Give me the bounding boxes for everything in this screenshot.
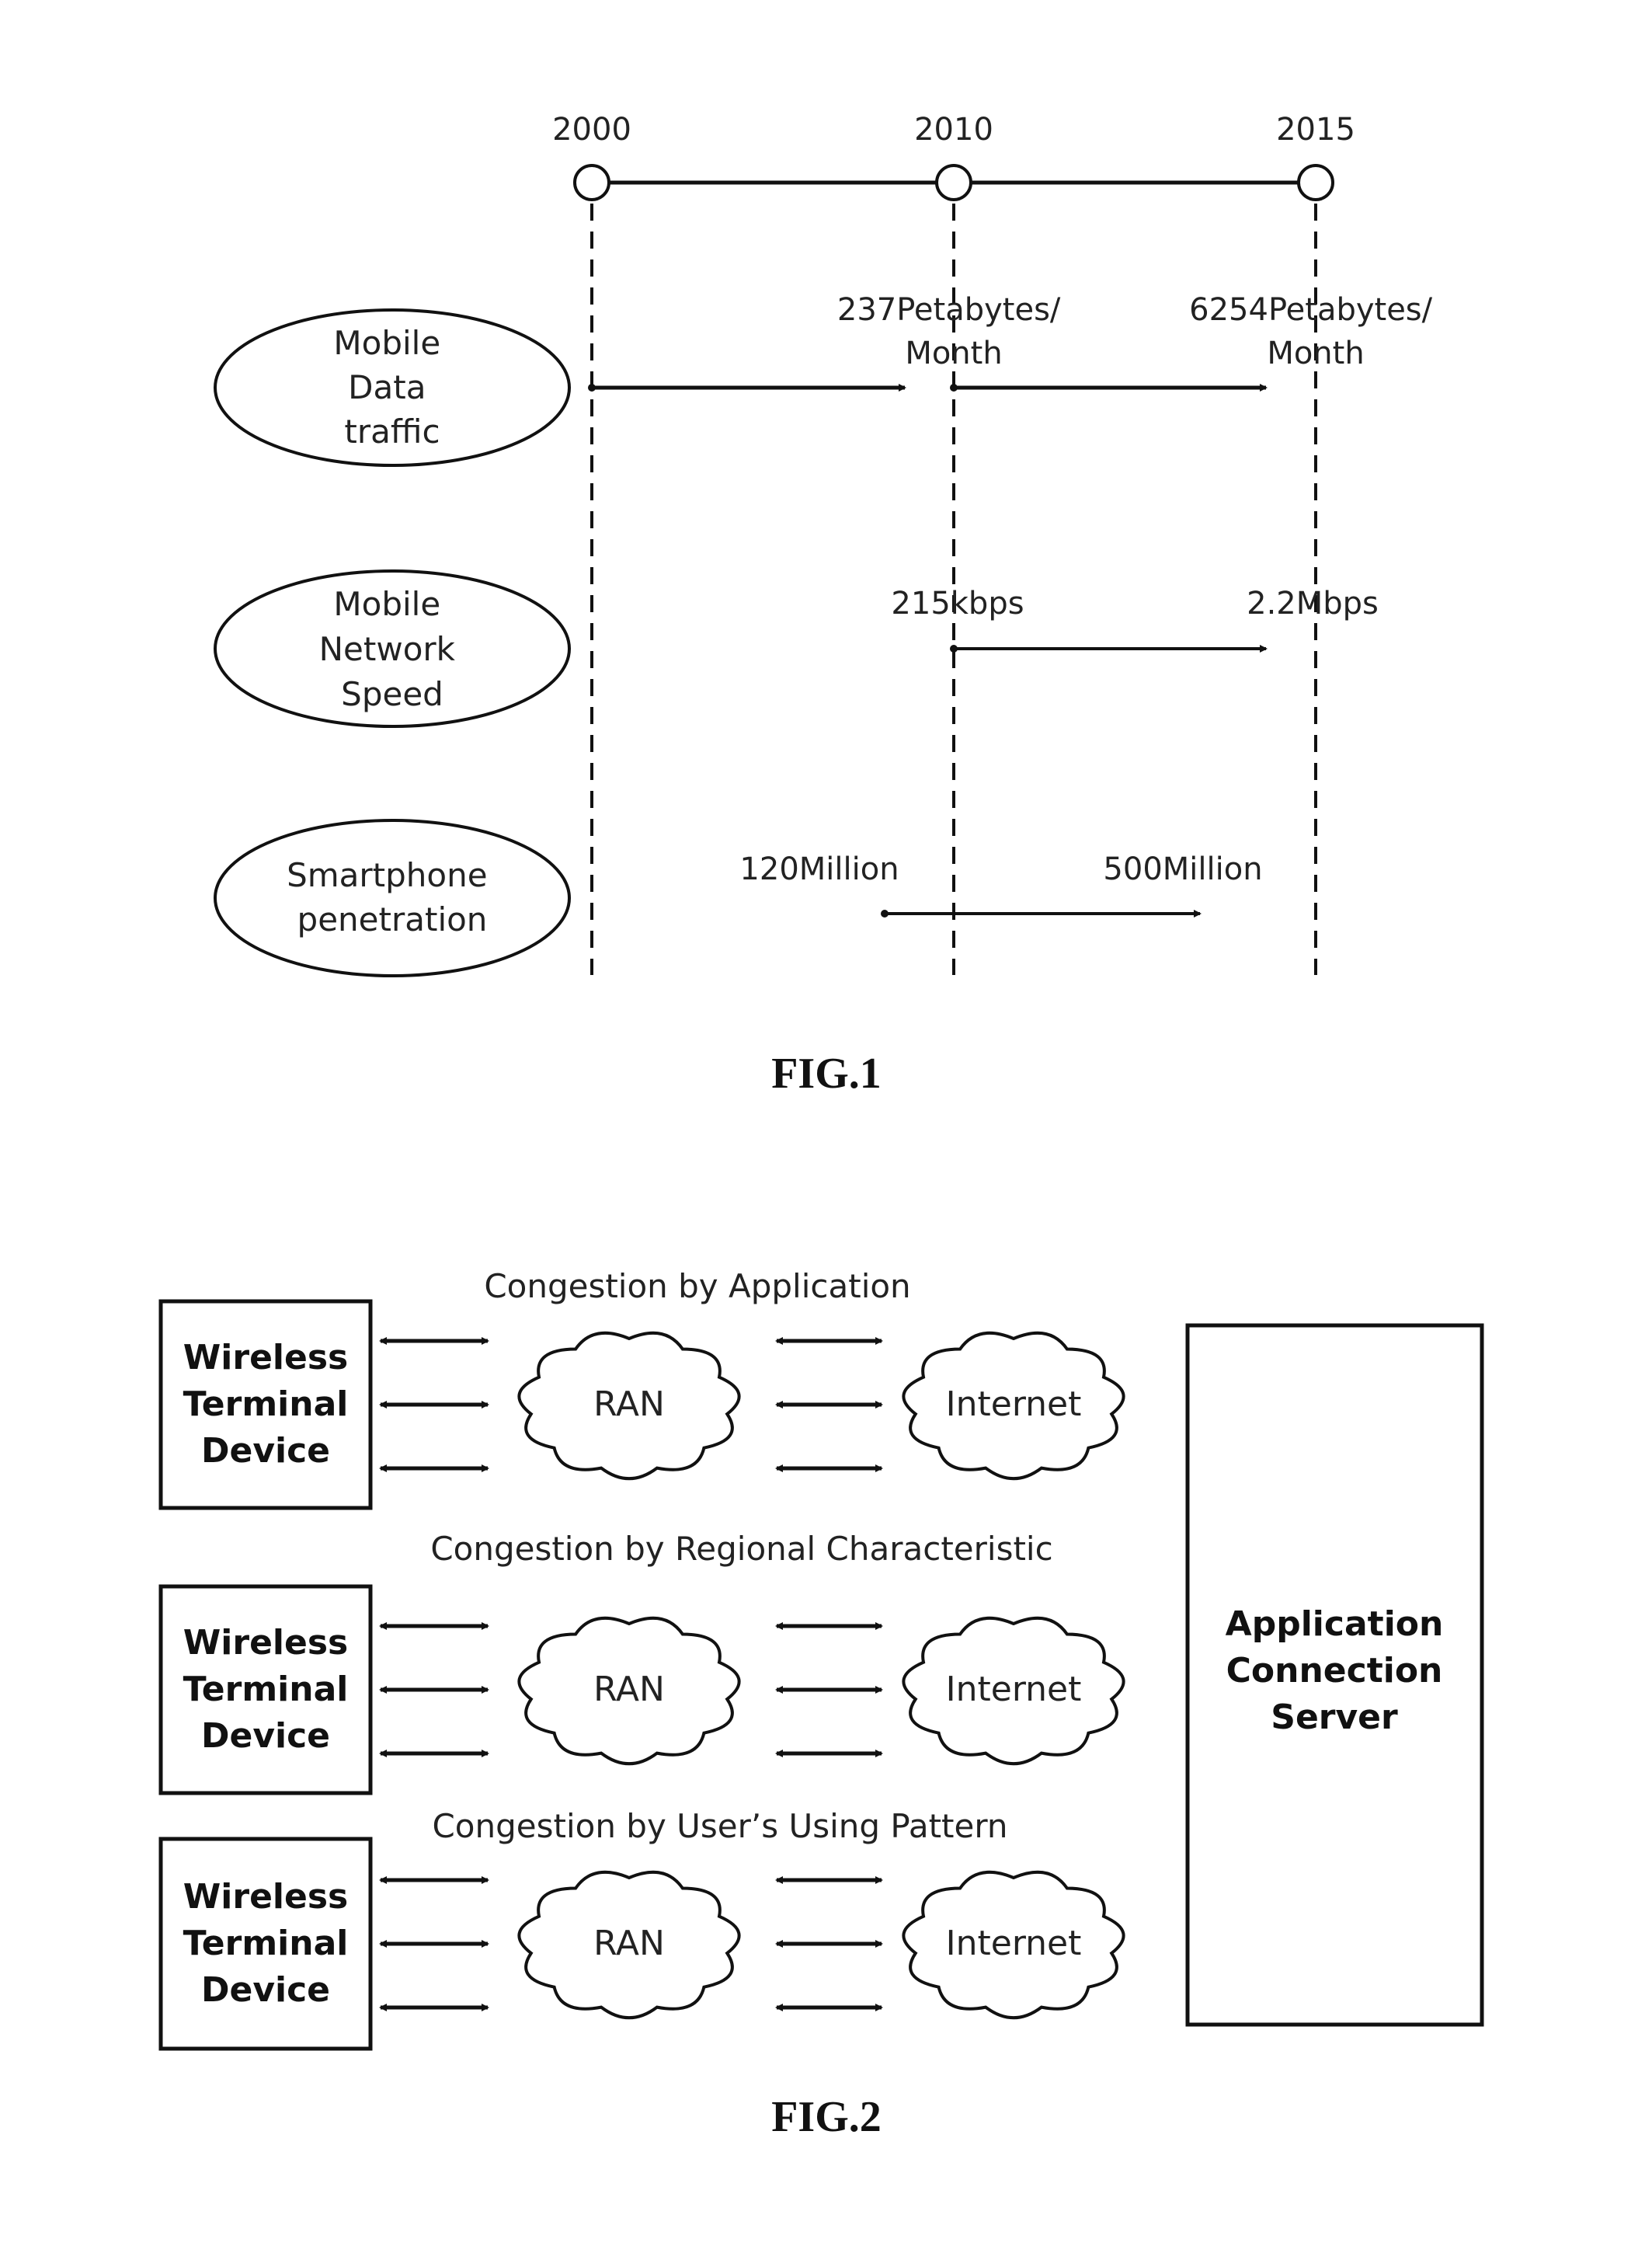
wireless-terminal-device-label: Wireless Terminal Device (183, 1623, 349, 1756)
timeline: 2000 2010 2015 (552, 112, 1355, 201)
congestion-group: Congestion by User’s Using Pattern Wirele… (158, 1807, 1125, 2051)
ran-label: RAN (593, 1924, 665, 1963)
fig1: 2000 2010 2015 Mobile Data traffic 237Pe… (214, 112, 1433, 1098)
internet-label: Internet (946, 1670, 1082, 1709)
ran-label: RAN (593, 1670, 665, 1709)
value-2015: 2.2Mbps (1247, 586, 1379, 622)
ran-label: RAN (593, 1384, 665, 1424)
patent-figures: 2000 2010 2015 Mobile Data traffic 237Pe… (158, 112, 1484, 2141)
congestion-title: Congestion by User’s Using Pattern (432, 1807, 1007, 1845)
row-mobile-data-traffic: Mobile Data traffic 237Petabytes/ Month … (214, 292, 1433, 467)
timeline-node-2000 (573, 164, 610, 201)
row-mobile-network-speed: Mobile Network Speed 215kbps 2.2Mbps (214, 569, 1379, 728)
value-2010: 120Million (739, 851, 899, 887)
year-label-2015: 2015 (1276, 112, 1355, 148)
fig2: Congestion by Application Wireless Termina… (158, 1267, 1484, 2141)
value-2010: 215kbps (891, 586, 1024, 622)
year-label-2000: 2000 (552, 112, 631, 148)
congestion-group: Congestion by Application Wireless Termina… (158, 1267, 1125, 1510)
year-label-2010: 2010 (914, 112, 993, 148)
wireless-terminal-device-label: Wireless Terminal Device (183, 1338, 349, 1471)
fig1-caption: FIG.1 (771, 1050, 882, 1098)
congestion-title: Congestion by Application (484, 1267, 910, 1305)
wireless-terminal-device-label: Wireless Terminal Device (183, 1877, 349, 2010)
row-smartphone-penetration: Smartphone penetration 120Million 500Mil… (214, 819, 1263, 977)
congestion-group: Congestion by Regional Characteristic Wir… (158, 1530, 1125, 1795)
internet-label: Internet (946, 1924, 1082, 1963)
internet-label: Internet (946, 1384, 1082, 1424)
congestion-title: Congestion by Regional Characteristic (430, 1530, 1052, 1568)
timeline-node-2010 (935, 164, 972, 201)
timeline-node-2015 (1297, 164, 1334, 201)
category-ellipse (214, 819, 571, 977)
value-2015: 500Million (1103, 851, 1262, 887)
fig2-caption: FIG.2 (771, 2093, 882, 2141)
category-label: Mobile Data traffic (333, 324, 450, 451)
